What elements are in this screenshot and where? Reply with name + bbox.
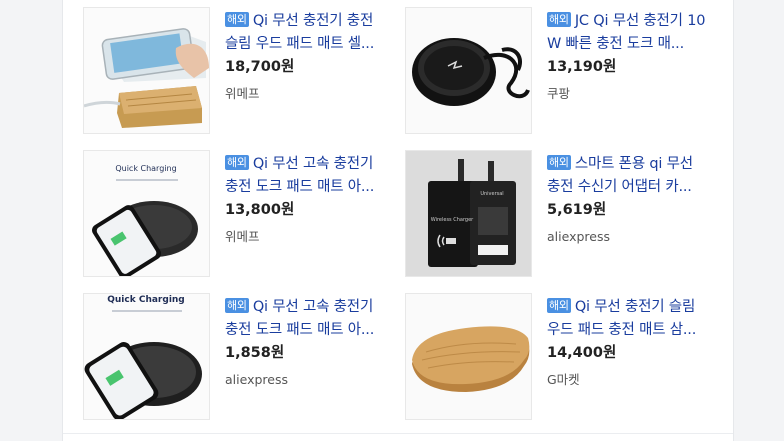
product-image[interactable]: [405, 293, 532, 420]
overseas-badge: 해외: [225, 298, 249, 313]
product-card[interactable]: 해외 Qi 무선 충전기 충전 슬림 우드 패드 매트 셀... 18,700원 …: [63, 0, 387, 134]
product-seller: 위메프: [225, 229, 260, 244]
product-price: 1,858원: [225, 345, 285, 361]
product-title[interactable]: 해외 스마트 폰용 qi 무선 충전 수신기 어댑터 카...: [547, 153, 709, 199]
product-title[interactable]: 해외 JC Qi 무선 충전기 10W 빠른 충전 도크 매...: [547, 10, 709, 56]
product-card[interactable]: 해외 JC Qi 무선 충전기 10W 빠른 충전 도크 매... 13,190원…: [385, 0, 709, 134]
product-info: 해외 스마트 폰용 qi 무선 충전 수신기 어댑터 카... 5,619원 al…: [547, 153, 709, 245]
product-seller: aliexpress: [225, 372, 288, 387]
product-title[interactable]: 해외 Qi 무선 충전기 충전 슬림 우드 패드 매트 셀...: [225, 10, 387, 56]
product-info: 해외 Qi 무선 충전기 슬림 우드 패드 충전 매트 삼... 14,400원 …: [547, 296, 709, 388]
quick-charging-text: Quick Charging: [107, 295, 185, 305]
overseas-badge: 해외: [547, 12, 571, 27]
product-title[interactable]: 해외 Qi 무선 충전기 슬림 우드 패드 충전 매트 삼...: [547, 296, 709, 342]
product-price: 18,700원: [225, 59, 295, 75]
divider: [63, 433, 733, 434]
product-image[interactable]: [83, 7, 210, 134]
product-price: 14,400원: [547, 345, 617, 361]
product-info: 해외 Qi 무선 고속 충전기 충전 도크 패드 매트 아... 1,858원 a…: [225, 296, 387, 388]
product-info: 해외 Qi 무선 충전기 충전 슬림 우드 패드 매트 셀... 18,700원 …: [225, 10, 387, 102]
quick-charging-text: Quick Charging: [115, 164, 176, 173]
product-image[interactable]: Quick Charging: [83, 150, 210, 277]
overseas-badge: 해외: [225, 155, 249, 170]
product-title[interactable]: 해외 Qi 무선 고속 충전기 충전 도크 패드 매트 아...: [225, 153, 387, 199]
product-image[interactable]: [405, 7, 532, 134]
product-card[interactable]: Quick Charging 해외 Qi 무선 고속 충전기 충전 도크 패드 매…: [63, 143, 387, 277]
overseas-badge: 해외: [225, 12, 249, 27]
product-image[interactable]: Wireless Charger Universal: [405, 150, 532, 277]
product-seller: 쿠팡: [547, 86, 571, 101]
product-card[interactable]: Quick Charging 해외 Qi 무선 고속 충전기 충전 도크 패드 매…: [63, 286, 387, 420]
product-title[interactable]: 해외 Qi 무선 고속 충전기 충전 도크 패드 매트 아...: [225, 296, 387, 342]
product-card[interactable]: Wireless Charger Universal 해외 스마트 폰용 qi 무…: [385, 143, 709, 277]
product-price: 5,619원: [547, 202, 607, 218]
product-card[interactable]: 해외 Qi 무선 충전기 슬림 우드 패드 충전 매트 삼... 14,400원 …: [385, 286, 709, 420]
overseas-badge: 해외: [547, 298, 571, 313]
product-price: 13,190원: [547, 59, 617, 75]
product-seller: G마켓: [547, 372, 580, 387]
product-price: 13,800원: [225, 202, 295, 218]
overseas-badge: 해외: [547, 155, 571, 170]
product-seller: 위메프: [225, 86, 260, 101]
product-panel: 해외 Qi 무선 충전기 충전 슬림 우드 패드 매트 셀... 18,700원 …: [62, 0, 734, 441]
product-seller: aliexpress: [547, 229, 610, 244]
product-info: 해외 Qi 무선 고속 충전기 충전 도크 패드 매트 아... 13,800원 …: [225, 153, 387, 245]
receiver-card-label: Wireless Charger: [431, 217, 474, 223]
receiver-card-label: Universal: [480, 191, 503, 197]
product-info: 해외 JC Qi 무선 충전기 10W 빠른 충전 도크 매... 13,190원…: [547, 10, 709, 102]
product-image[interactable]: Quick Charging: [83, 293, 210, 420]
